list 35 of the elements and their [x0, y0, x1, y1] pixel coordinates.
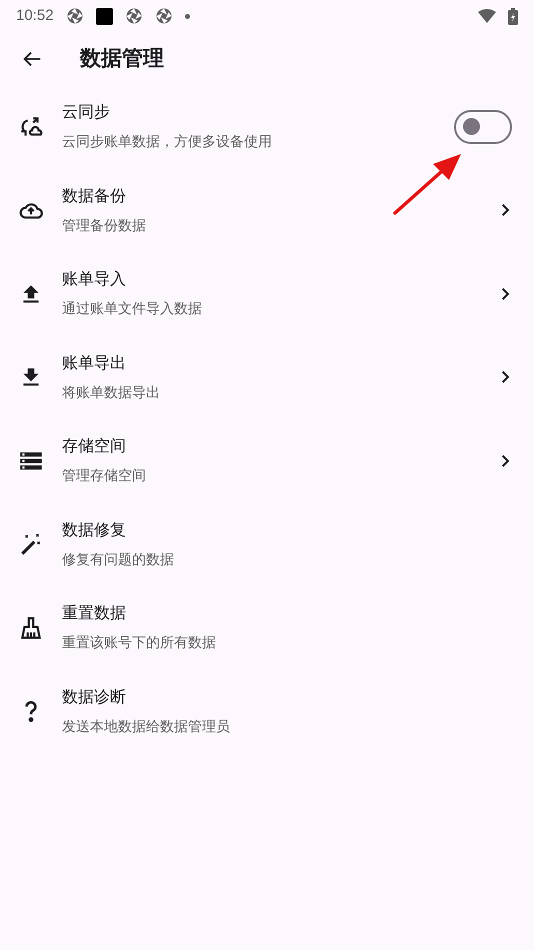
settings-item[interactable]: 云同步 云同步账单数据，方便多设备使用 [0, 85, 534, 168]
settings-item[interactable]: 数据诊断 发送本地数据给数据管理员 [0, 670, 534, 753]
notification-icon [66, 7, 84, 25]
settings-item[interactable]: 数据备份 管理备份数据 [0, 168, 534, 252]
annotation-arrow [393, 152, 463, 216]
item-subtitle: 云同步账单数据，方便多设备使用 [62, 132, 273, 152]
item-subtitle: 修复有问题的数据 [62, 550, 175, 569]
item-title: 数据修复 [62, 520, 127, 541]
broom-icon [18, 614, 44, 641]
item-title: 账单导入 [62, 270, 127, 290]
notification-icon [96, 8, 113, 24]
item-subtitle: 将账单数据导出 [62, 382, 161, 402]
item-subtitle: 重置该账号下的所有数据 [62, 633, 217, 652]
item-title: 数据备份 [62, 186, 127, 207]
item-subtitle: 管理存储空间 [62, 466, 147, 486]
item-title: 云同步 [62, 102, 111, 124]
settings-item[interactable]: 账单导出 将账单数据导出 [0, 336, 534, 419]
notification-icon [124, 7, 143, 25]
settings-item[interactable]: 存储空间 管理存储空间 [0, 419, 534, 502]
settings-item[interactable]: 账单导入 通过账单文件导入数据 [0, 252, 534, 336]
notification-icon [154, 7, 173, 25]
item-title: 存储空间 [62, 436, 127, 458]
toggle-switch[interactable] [454, 110, 512, 144]
page-title: 数据管理 [80, 46, 164, 72]
settings-item[interactable]: 重置数据 重置该账号下的所有数据 [0, 586, 534, 670]
wifi-icon [478, 9, 496, 23]
item-subtitle: 发送本地数据给数据管理员 [62, 716, 231, 736]
item-subtitle: 管理备份数据 [62, 216, 147, 235]
item-title: 数据诊断 [62, 688, 127, 708]
status-time: 10:52 [16, 6, 54, 26]
battery-icon [508, 8, 518, 24]
item-title: 重置数据 [62, 604, 127, 624]
settings-item[interactable]: 数据修复 修复有问题的数据 [0, 502, 534, 586]
item-subtitle: 通过账单文件导入数据 [62, 299, 203, 318]
item-title: 账单导出 [62, 354, 127, 374]
